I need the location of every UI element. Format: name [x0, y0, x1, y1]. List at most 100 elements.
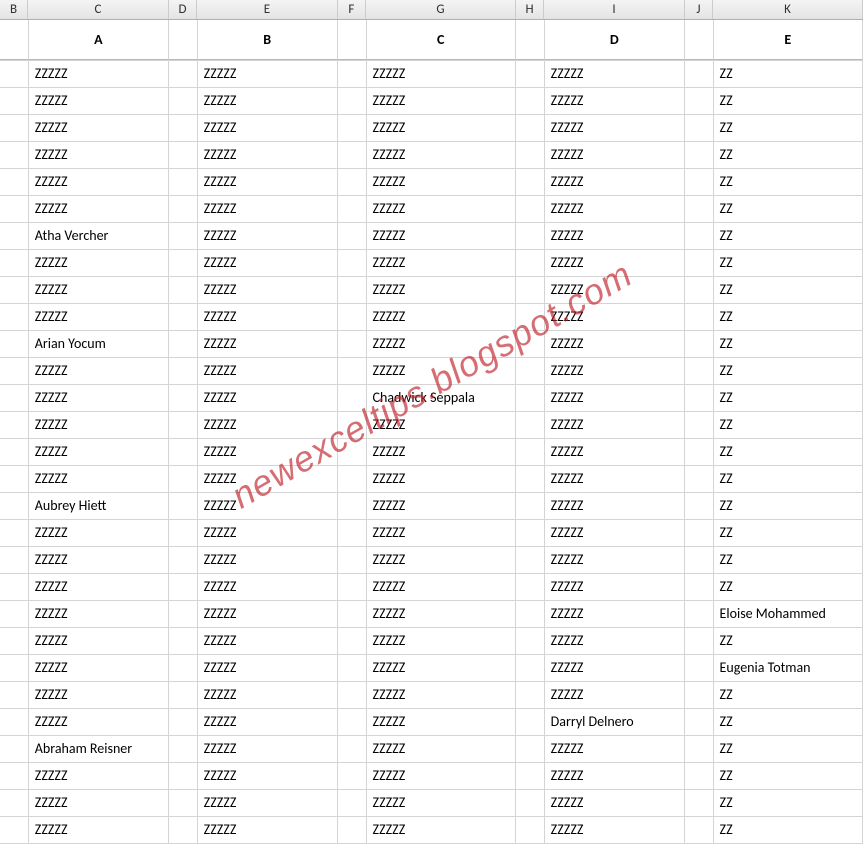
cell[interactable] — [516, 520, 545, 546]
cell[interactable]: ZZZZZ — [198, 493, 338, 519]
cell[interactable] — [338, 304, 367, 330]
cell[interactable] — [338, 547, 367, 573]
cell[interactable] — [169, 196, 198, 222]
col-header-C[interactable]: C — [28, 0, 169, 19]
cell[interactable] — [169, 169, 198, 195]
cell[interactable]: ZZZZZ — [198, 628, 338, 654]
cell[interactable] — [338, 20, 367, 60]
cell[interactable] — [169, 493, 198, 519]
cell[interactable]: ZZZZZ — [367, 331, 516, 357]
cell[interactable]: ZZZZZ — [198, 223, 338, 249]
cell[interactable] — [685, 61, 714, 87]
cell[interactable]: ZZZZZ — [198, 709, 338, 735]
cell[interactable]: ZZ — [714, 115, 863, 141]
cell[interactable] — [0, 412, 29, 438]
cell[interactable]: ZZ — [714, 277, 863, 303]
cell[interactable]: ZZZZZ — [545, 277, 685, 303]
cell[interactable]: ZZZZZ — [29, 574, 169, 600]
cell[interactable] — [516, 88, 545, 114]
cell[interactable] — [169, 385, 198, 411]
cell[interactable] — [0, 628, 29, 654]
cell[interactable]: Arian Yocum — [29, 331, 169, 357]
cell[interactable]: ZZZZZ — [367, 520, 516, 546]
cell[interactable] — [338, 682, 367, 708]
cell[interactable] — [516, 412, 545, 438]
col-header-H[interactable]: H — [516, 0, 544, 19]
cell[interactable] — [516, 196, 545, 222]
cell[interactable] — [516, 628, 545, 654]
cell[interactable] — [169, 412, 198, 438]
cell[interactable] — [0, 304, 29, 330]
cell[interactable] — [169, 547, 198, 573]
cell[interactable]: Eugenia Totman — [714, 655, 863, 681]
cell[interactable]: ZZZZZ — [198, 466, 338, 492]
cell[interactable] — [169, 709, 198, 735]
cell[interactable]: ZZZZZ — [29, 88, 169, 114]
cell[interactable]: ZZZZZ — [29, 628, 169, 654]
cell[interactable] — [685, 358, 714, 384]
cell[interactable]: ZZZZZ — [198, 196, 338, 222]
cell[interactable]: ZZZZZ — [29, 196, 169, 222]
cell[interactable] — [169, 682, 198, 708]
cell[interactable]: ZZZZZ — [29, 169, 169, 195]
cell[interactable]: ZZZZZ — [545, 304, 685, 330]
cell[interactable] — [516, 331, 545, 357]
cell[interactable]: ZZ — [714, 628, 863, 654]
cell[interactable] — [169, 223, 198, 249]
cell[interactable] — [169, 736, 198, 762]
cell[interactable] — [338, 169, 367, 195]
cell[interactable] — [338, 196, 367, 222]
cell[interactable]: ZZZZZ — [29, 655, 169, 681]
cell[interactable]: ZZZZZ — [367, 547, 516, 573]
cell[interactable] — [685, 628, 714, 654]
cell[interactable]: ZZZZZ — [545, 115, 685, 141]
cell[interactable]: ZZZZZ — [545, 358, 685, 384]
cell[interactable] — [685, 655, 714, 681]
cell[interactable]: ZZZZZ — [367, 493, 516, 519]
cell[interactable]: ZZ — [714, 817, 863, 843]
cell[interactable]: ZZ — [714, 682, 863, 708]
cell[interactable] — [685, 412, 714, 438]
cell[interactable]: ZZ — [714, 331, 863, 357]
cell[interactable]: ZZZZZ — [367, 736, 516, 762]
cell[interactable] — [338, 61, 367, 87]
cell[interactable] — [338, 574, 367, 600]
cell[interactable]: ZZZZZ — [198, 412, 338, 438]
cell[interactable]: ZZ — [714, 493, 863, 519]
cell[interactable] — [169, 61, 198, 87]
cell[interactable]: ZZZZZ — [545, 790, 685, 816]
cell[interactable]: ZZZZZ — [198, 115, 338, 141]
cell[interactable]: ZZZZZ — [198, 331, 338, 357]
cell[interactable]: ZZZZZ — [198, 439, 338, 465]
cell[interactable]: ZZZZZ — [545, 88, 685, 114]
cell[interactable] — [685, 115, 714, 141]
cell[interactable] — [338, 493, 367, 519]
cell[interactable] — [0, 520, 29, 546]
cell[interactable] — [338, 736, 367, 762]
cell[interactable] — [0, 493, 29, 519]
cell[interactable] — [0, 574, 29, 600]
cell[interactable] — [169, 88, 198, 114]
cell[interactable] — [338, 817, 367, 843]
cell[interactable]: ZZZZZ — [198, 736, 338, 762]
cell[interactable] — [0, 20, 29, 60]
cell[interactable]: ZZZZZ — [545, 736, 685, 762]
cell[interactable] — [516, 142, 545, 168]
cell[interactable]: ZZ — [714, 88, 863, 114]
cell[interactable]: ZZZZZ — [29, 547, 169, 573]
cell[interactable]: ZZ — [714, 574, 863, 600]
cell[interactable]: ZZZZZ — [29, 412, 169, 438]
cell[interactable]: ZZZZZ — [367, 466, 516, 492]
cell[interactable]: ZZZZZ — [198, 763, 338, 789]
cell[interactable] — [516, 601, 545, 627]
cell[interactable] — [0, 196, 29, 222]
col-header-K[interactable]: K — [713, 0, 863, 19]
cell[interactable]: ZZZZZ — [198, 655, 338, 681]
cell[interactable]: ZZZZZ — [545, 817, 685, 843]
cell[interactable] — [169, 331, 198, 357]
cell[interactable]: ZZZZZ — [29, 385, 169, 411]
cell[interactable] — [169, 466, 198, 492]
cell[interactable]: ZZZZZ — [367, 196, 516, 222]
cell[interactable]: ZZZZZ — [29, 358, 169, 384]
cell[interactable]: ZZ — [714, 223, 863, 249]
